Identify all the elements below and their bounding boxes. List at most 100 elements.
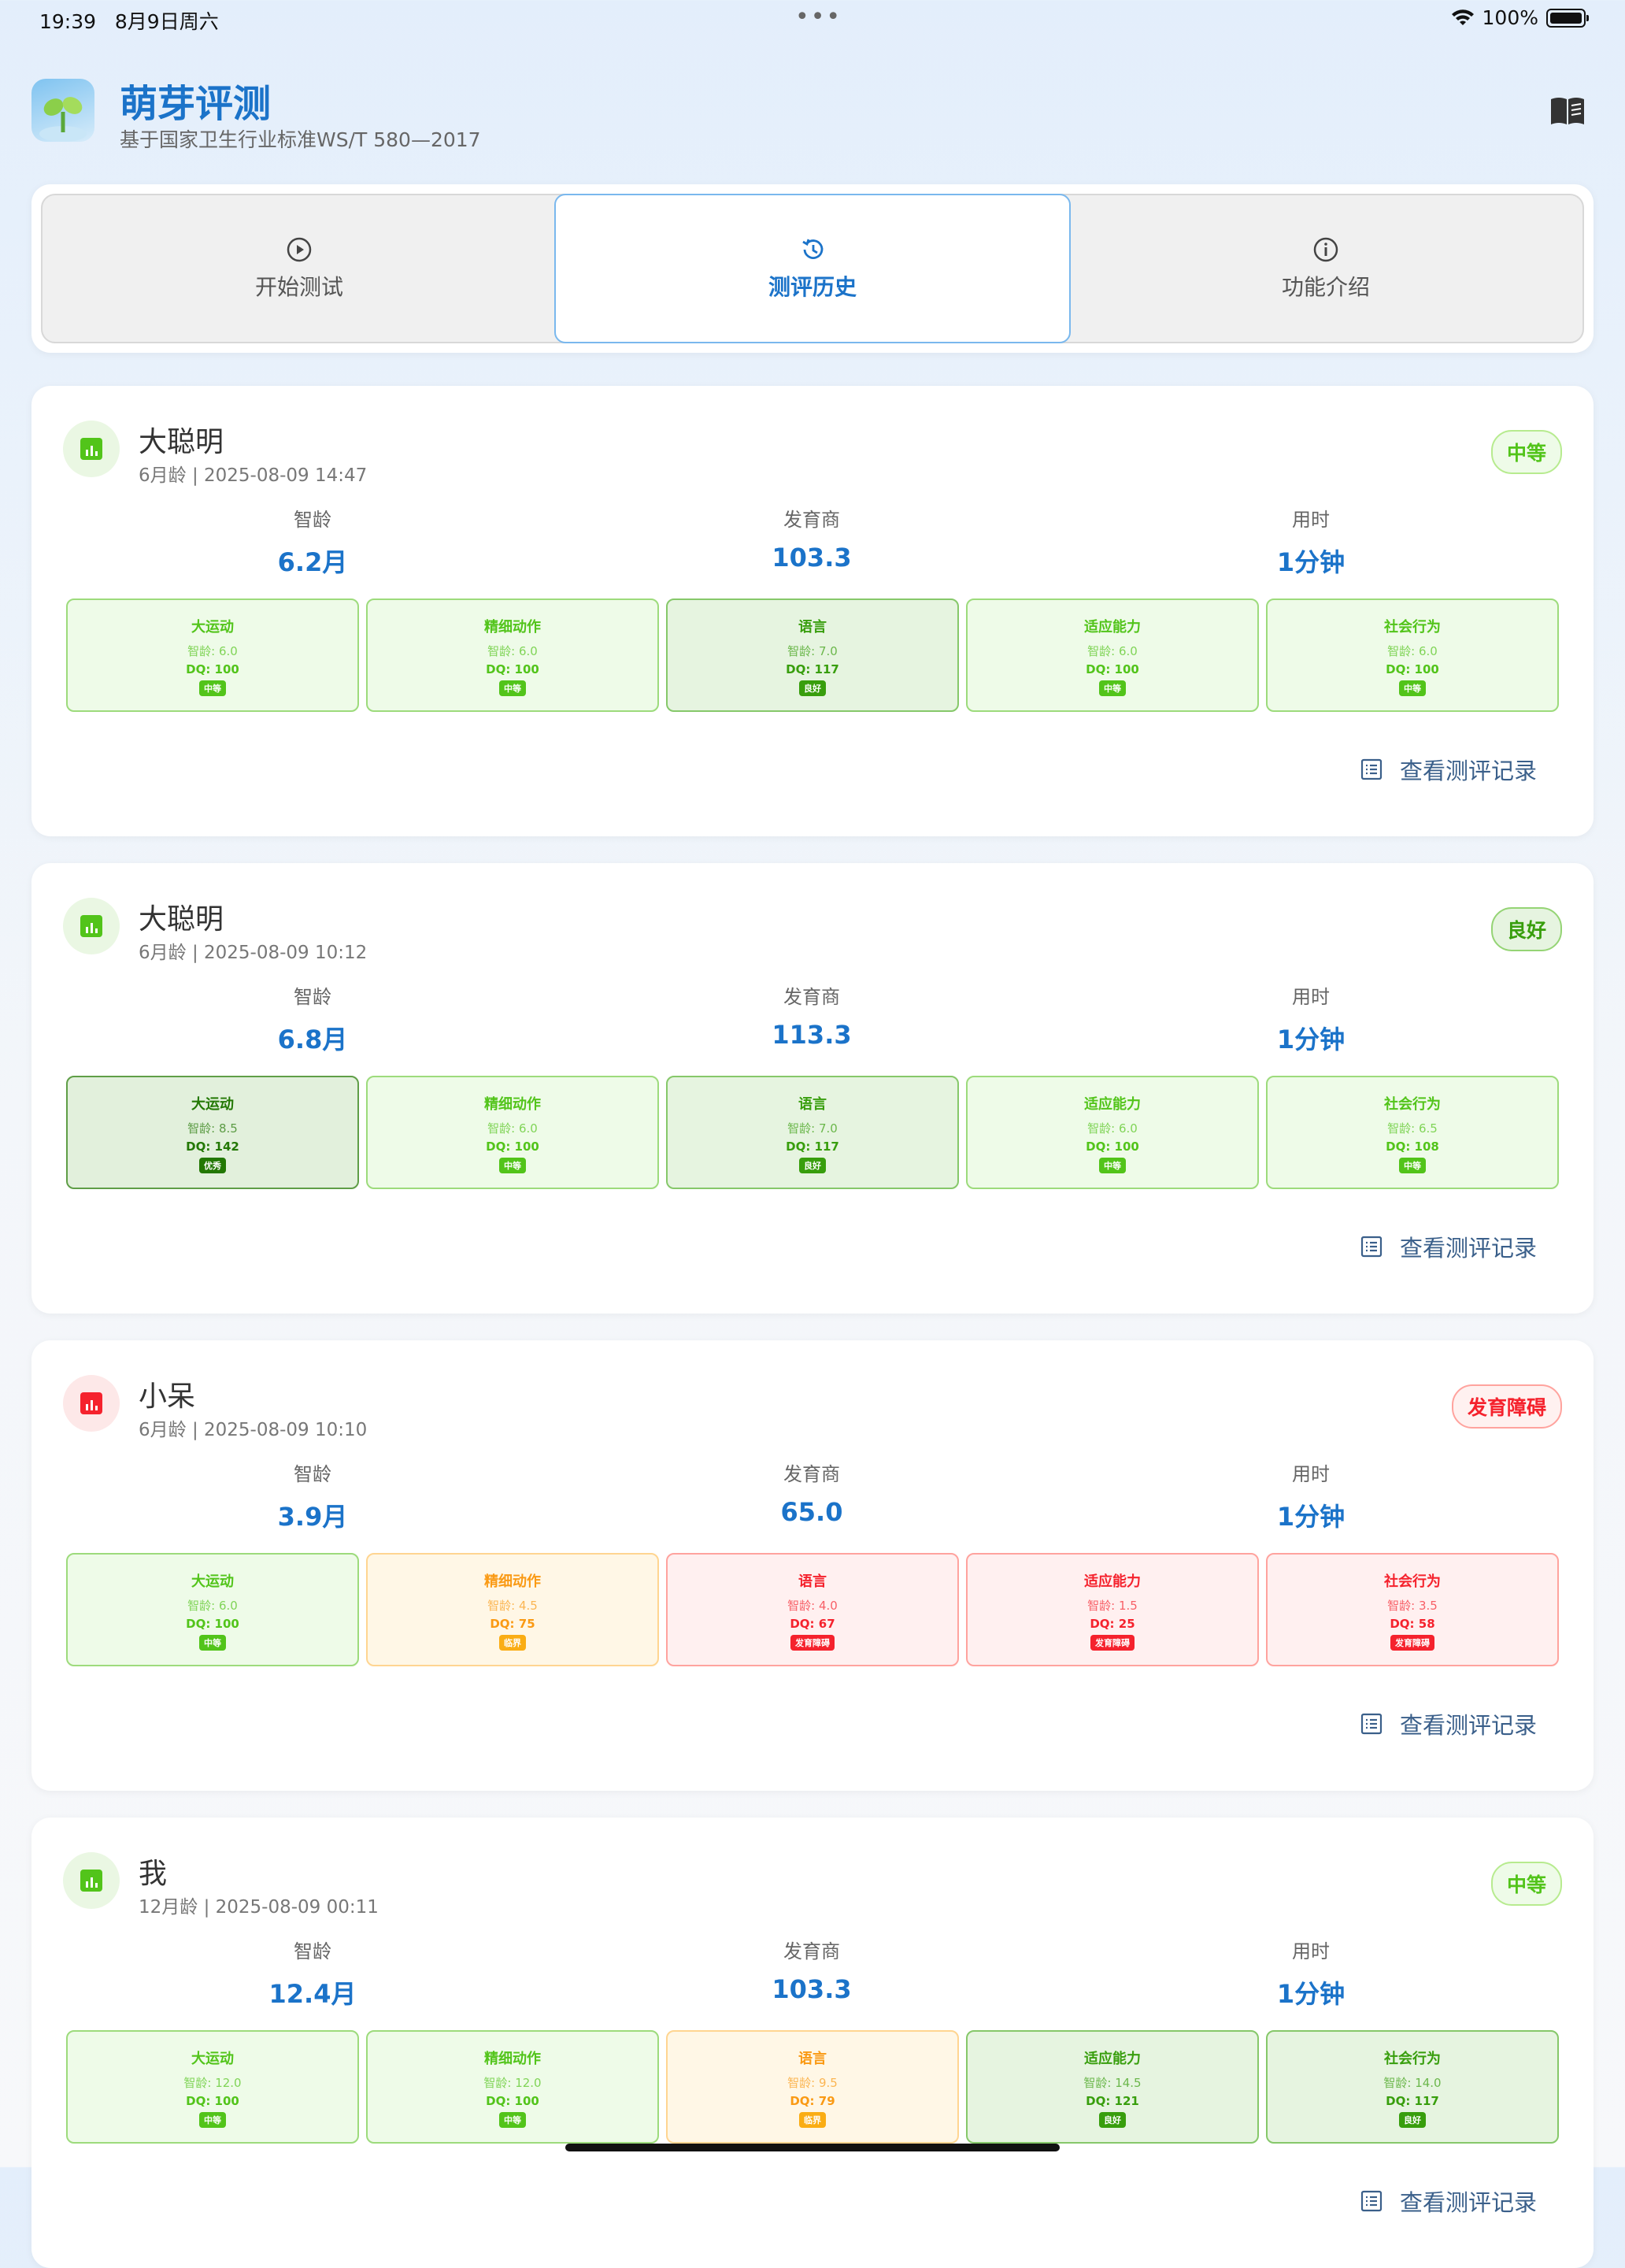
home-indicator[interactable] xyxy=(565,2144,1060,2151)
domain-grid: 大运动 智龄: 6.0 DQ: 100 中等 精细动作 智龄: 6.0 DQ: … xyxy=(66,598,1559,712)
domain-name: 大运动 xyxy=(191,2051,234,2067)
domain-name: 社会行为 xyxy=(1384,619,1441,636)
stat-label: 智龄 xyxy=(294,986,331,1008)
domain-level-tag: 发育障碍 xyxy=(790,1635,835,1651)
domain-dq: DQ: 79 xyxy=(790,2094,835,2108)
tab-features[interactable]: 功能介绍 xyxy=(1069,195,1582,342)
domain-grid: 大运动 智龄: 6.0 DQ: 100 中等 精细动作 智龄: 4.5 DQ: … xyxy=(66,1553,1559,1666)
tab-start-test-label: 开始测试 xyxy=(254,274,343,300)
domain-dq: DQ: 25 xyxy=(1090,1617,1135,1631)
domain-cell[interactable]: 语言 智龄: 7.0 DQ: 117 良好 xyxy=(666,598,959,712)
segmented-tab-bar: 开始测试 测评历史 功能介绍 xyxy=(31,184,1594,353)
view-record-link[interactable]: 查看测评记录 xyxy=(1360,2185,1537,2218)
domain-mental-age: 智龄: 3.5 xyxy=(1387,1599,1438,1613)
domain-mental-age: 智龄: 7.0 xyxy=(787,644,838,658)
history-icon xyxy=(802,239,824,259)
domain-cell[interactable]: 大运动 智龄: 6.0 DQ: 100 中等 xyxy=(66,598,359,712)
domain-cell[interactable]: 适应能力 智龄: 14.5 DQ: 121 良好 xyxy=(966,2030,1259,2144)
domain-dq: DQ: 100 xyxy=(486,662,539,676)
view-record-label: 查看测评记录 xyxy=(1399,1235,1537,1262)
domain-cell[interactable]: 精细动作 智龄: 6.0 DQ: 100 中等 xyxy=(366,598,659,712)
stat-mental-age: 智龄 12.4月 xyxy=(155,1936,470,2010)
domain-cell[interactable]: 语言 智龄: 7.0 DQ: 117 良好 xyxy=(666,1076,959,1189)
domain-mental-age: 智龄: 8.5 xyxy=(187,1121,238,1136)
level-badge: 发育障碍 xyxy=(1451,1384,1562,1429)
domain-cell[interactable]: 精细动作 智龄: 4.5 DQ: 75 临界 xyxy=(366,1553,659,1666)
domain-cell[interactable]: 社会行为 智龄: 6.0 DQ: 100 中等 xyxy=(1266,598,1559,712)
domain-mental-age: 智龄: 7.0 xyxy=(787,1121,838,1136)
domain-mental-age: 智龄: 14.5 xyxy=(1083,2076,1142,2090)
domain-cell[interactable]: 语言 智龄: 9.5 DQ: 79 临界 xyxy=(666,2030,959,2144)
domain-name: 精细动作 xyxy=(484,2051,541,2067)
record-meta: 6月龄 | 2025-08-09 14:47 xyxy=(139,465,368,486)
stat-label: 用时 xyxy=(1292,986,1330,1008)
domain-mental-age: 智龄: 4.5 xyxy=(487,1599,538,1613)
history-card: 大聪明 6月龄 | 2025-08-09 10:12 良好 智龄 6.8月 发育商 … xyxy=(31,863,1594,1314)
view-record-label: 查看测评记录 xyxy=(1399,1712,1537,1739)
domain-mental-age: 智龄: 6.0 xyxy=(1087,1121,1138,1136)
tab-history-label: 测评历史 xyxy=(768,274,857,300)
domain-cell[interactable]: 大运动 智龄: 8.5 DQ: 142 优秀 xyxy=(66,1076,359,1189)
domain-mental-age: 智龄: 6.0 xyxy=(487,1121,538,1136)
status-date: 8月9日周六 xyxy=(114,10,219,33)
stat-label: 智龄 xyxy=(294,1940,331,1962)
domain-name: 大运动 xyxy=(191,1573,234,1590)
domain-mental-age: 智龄: 4.0 xyxy=(787,1599,838,1613)
chart-icon xyxy=(63,1375,120,1432)
domain-cell[interactable]: 大运动 智龄: 12.0 DQ: 100 中等 xyxy=(66,2030,359,2144)
domain-cell[interactable]: 语言 智龄: 4.0 DQ: 67 发育障碍 xyxy=(666,1553,959,1666)
list-icon xyxy=(1360,2190,1383,2212)
domain-dq: DQ: 67 xyxy=(790,1617,835,1631)
domain-cell[interactable]: 适应能力 智龄: 6.0 DQ: 100 中等 xyxy=(966,1076,1259,1189)
battery-icon xyxy=(1546,8,1589,28)
list-icon xyxy=(1360,1713,1383,1735)
domain-cell[interactable]: 社会行为 智龄: 3.5 DQ: 58 发育障碍 xyxy=(1266,1553,1559,1666)
clock-time: 19:39 xyxy=(39,10,97,33)
record-meta: 6月龄 | 2025-08-09 10:12 xyxy=(139,943,368,963)
chart-icon xyxy=(63,898,120,954)
list-icon xyxy=(1360,1236,1383,1258)
domain-cell[interactable]: 社会行为 智龄: 14.0 DQ: 117 良好 xyxy=(1266,2030,1559,2144)
domain-mental-age: 智龄: 6.0 xyxy=(187,644,238,658)
domain-level-tag: 中等 xyxy=(1399,680,1426,696)
domain-dq: DQ: 100 xyxy=(186,2094,239,2108)
stat-value: 1分钟 xyxy=(1276,1502,1346,1532)
status-time: 19:39 8月9日周六 xyxy=(39,6,219,35)
battery-percent: 100% xyxy=(1482,6,1538,29)
domain-grid: 大运动 智龄: 8.5 DQ: 142 优秀 精细动作 智龄: 6.0 DQ: … xyxy=(66,1076,1559,1189)
multitasking-dots-icon[interactable]: ••• xyxy=(795,3,842,31)
domain-level-tag: 良好 xyxy=(799,680,826,696)
domain-cell[interactable]: 适应能力 智龄: 6.0 DQ: 100 中等 xyxy=(966,598,1259,712)
domain-name: 语言 xyxy=(798,1573,827,1590)
domain-dq: DQ: 100 xyxy=(1386,662,1439,676)
domain-dq: DQ: 58 xyxy=(1390,1617,1435,1631)
domain-dq: DQ: 100 xyxy=(1086,662,1139,676)
domain-cell[interactable]: 精细动作 智龄: 12.0 DQ: 100 中等 xyxy=(366,2030,659,2144)
stat-duration: 用时 1分钟 xyxy=(1153,981,1468,1056)
domain-cell[interactable]: 大运动 智龄: 6.0 DQ: 100 中等 xyxy=(66,1553,359,1666)
domain-cell[interactable]: 精细动作 智龄: 6.0 DQ: 100 中等 xyxy=(366,1076,659,1189)
stat-duration: 用时 1分钟 xyxy=(1153,1458,1468,1533)
domain-level-tag: 中等 xyxy=(499,680,526,696)
domain-name: 精细动作 xyxy=(484,619,541,636)
domain-cell[interactable]: 适应能力 智龄: 1.5 DQ: 25 发育障碍 xyxy=(966,1553,1259,1666)
domain-cell[interactable]: 社会行为 智龄: 6.5 DQ: 108 中等 xyxy=(1266,1076,1559,1189)
domain-mental-age: 智龄: 6.0 xyxy=(1387,644,1438,658)
tab-history[interactable]: 测评历史 xyxy=(554,194,1071,343)
domain-mental-age: 智龄: 6.0 xyxy=(187,1599,238,1613)
tab-start-test[interactable]: 开始测试 xyxy=(43,195,556,342)
view-record-link[interactable]: 查看测评记录 xyxy=(1360,1707,1537,1740)
stat-value: 1分钟 xyxy=(1276,1025,1346,1054)
domain-mental-age: 智龄: 12.0 xyxy=(483,2076,542,2090)
view-record-link[interactable]: 查看测评记录 xyxy=(1360,753,1537,786)
domain-dq: DQ: 117 xyxy=(786,662,839,676)
book-icon[interactable] xyxy=(1549,94,1586,126)
chart-icon xyxy=(63,1852,120,1909)
stat-value: 1分钟 xyxy=(1276,547,1346,577)
stat-label: 用时 xyxy=(1292,1940,1330,1962)
domain-name: 语言 xyxy=(798,2051,827,2067)
view-record-link[interactable]: 查看测评记录 xyxy=(1360,1230,1537,1263)
stat-mental-age: 智龄 6.8月 xyxy=(155,981,470,1056)
view-record-label: 查看测评记录 xyxy=(1399,2189,1537,2216)
level-badge: 中等 xyxy=(1490,1862,1562,1906)
